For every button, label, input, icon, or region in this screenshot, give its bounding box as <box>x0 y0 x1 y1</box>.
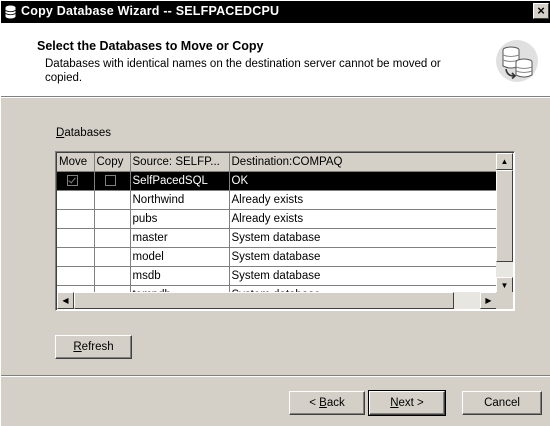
wizard-header: Select the Databases to Move or Copy Dat… <box>1 23 550 97</box>
copy-checkbox[interactable] <box>104 175 116 187</box>
column-header-copy[interactable]: Copy <box>94 153 131 172</box>
table-row[interactable]: pubs Already exists <box>57 209 497 229</box>
move-cell[interactable] <box>57 228 95 248</box>
source-cell: model <box>130 247 230 267</box>
close-button[interactable]: × <box>533 3 549 19</box>
horizontal-scrollbar[interactable]: ◀ ▶ <box>57 292 497 309</box>
close-icon: × <box>537 3 545 18</box>
source-cell: SelfPacedSQL <box>130 171 230 191</box>
title-bar[interactable]: Copy Database Wizard -- SELFPACEDCPU × <box>1 1 550 23</box>
scroll-left-button[interactable]: ◀ <box>57 292 74 309</box>
databases-label: Databases <box>56 127 111 139</box>
vertical-scrollbar[interactable]: ▲ ▼ <box>496 153 513 294</box>
database-app-icon <box>5 5 16 19</box>
column-header-source[interactable]: Source: SELFP... <box>130 153 230 172</box>
source-cell: msdb <box>130 266 230 286</box>
move-checkbox[interactable] <box>67 175 78 187</box>
scrollbar-corner <box>496 292 513 309</box>
move-cell[interactable] <box>57 209 95 229</box>
scroll-up-button[interactable]: ▲ <box>496 153 513 170</box>
database-copy-icon <box>496 40 538 82</box>
destination-cell: System database <box>229 228 497 248</box>
window-title: Copy Database Wizard -- SELFPACEDCPU <box>21 4 280 18</box>
table-row[interactable]: msdb System database <box>57 266 497 286</box>
arrow-down-icon: ▼ <box>500 281 509 290</box>
copy-cell[interactable] <box>94 190 131 210</box>
table-row[interactable]: model System database <box>57 247 497 267</box>
destination-cell: Already exists <box>229 190 497 210</box>
table-header-row: Move Copy Source: SELFP... Destination:C… <box>57 153 497 172</box>
wizard-window: Copy Database Wizard -- SELFPACEDCPU × S… <box>0 0 550 426</box>
scroll-right-button[interactable]: ▶ <box>480 292 497 309</box>
copy-cell[interactable] <box>94 247 131 267</box>
page-subtitle: Databases with identical names on the de… <box>45 58 441 84</box>
move-cell[interactable] <box>57 266 95 286</box>
databases-grid[interactable]: Move Copy Source: SELFP... Destination:C… <box>55 151 515 311</box>
source-cell: master <box>130 228 230 248</box>
table-row[interactable]: master System database <box>57 228 497 248</box>
arrow-up-icon: ▲ <box>500 157 509 166</box>
copy-cell[interactable] <box>94 209 131 229</box>
cancel-button[interactable]: Cancel <box>462 391 542 415</box>
destination-cell: OK <box>229 171 497 191</box>
arrow-left-icon: ◀ <box>62 296 69 305</box>
destination-cell: System database <box>229 266 497 286</box>
destination-cell: Already exists <box>229 209 497 229</box>
back-button[interactable]: < Back <box>289 391 365 415</box>
horizontal-scroll-thumb[interactable] <box>74 292 454 309</box>
page-title: Select the Databases to Move or Copy <box>37 39 264 53</box>
source-cell: Northwind <box>130 190 230 210</box>
vertical-scroll-thumb[interactable] <box>496 170 513 262</box>
refresh-button[interactable]: Refresh <box>55 335 132 359</box>
column-header-destination[interactable]: Destination:COMPAQ <box>229 153 497 172</box>
move-cell[interactable] <box>57 247 95 267</box>
copy-cell[interactable] <box>94 171 131 191</box>
move-cell[interactable] <box>57 171 95 191</box>
move-cell[interactable] <box>57 190 95 210</box>
next-button[interactable]: Next > <box>368 390 446 416</box>
copy-cell[interactable] <box>94 228 131 248</box>
arrow-right-icon: ▶ <box>485 296 492 305</box>
table-row[interactable]: Northwind Already exists <box>57 190 497 210</box>
source-cell: pubs <box>130 209 230 229</box>
table-row[interactable]: SelfPacedSQL OK <box>57 171 497 191</box>
copy-cell[interactable] <box>94 266 131 286</box>
databases-table: Move Copy Source: SELFP... Destination:C… <box>57 153 497 294</box>
destination-cell: System database <box>229 247 497 267</box>
column-header-move[interactable]: Move <box>57 153 95 172</box>
